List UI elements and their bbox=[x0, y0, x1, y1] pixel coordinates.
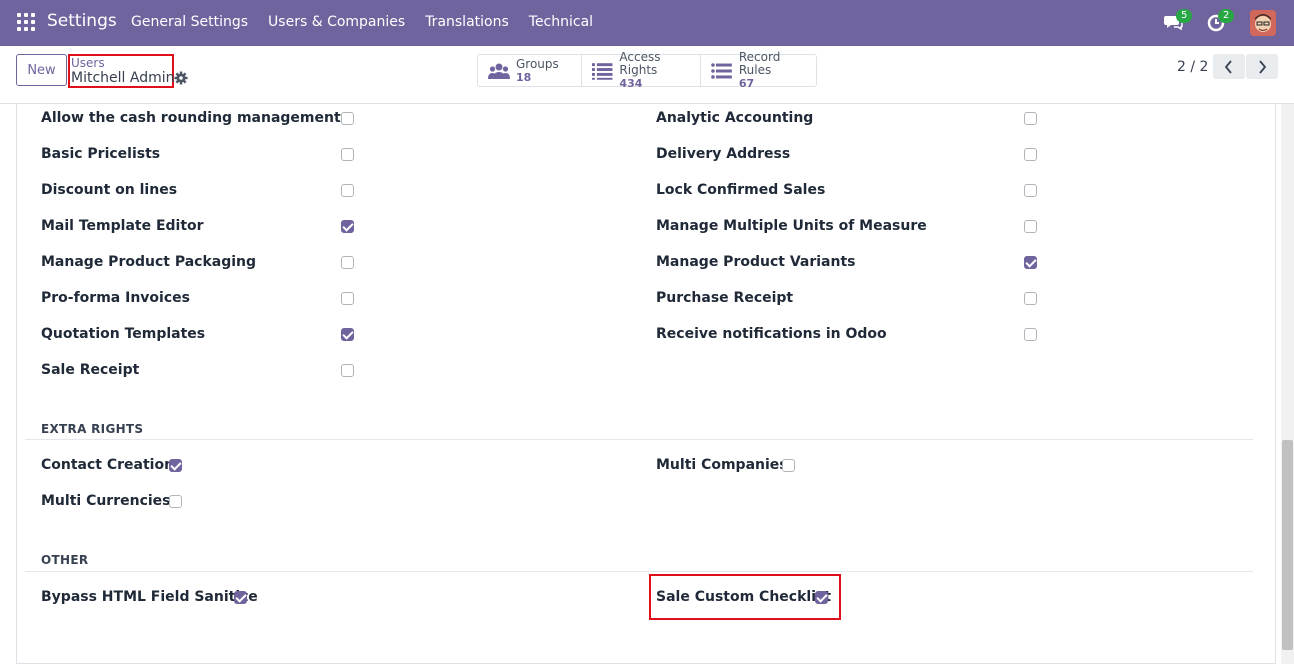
main-menu: General Settings Users & Companies Trans… bbox=[131, 14, 613, 30]
menu-technical[interactable]: Technical bbox=[529, 14, 593, 30]
menu-translations[interactable]: Translations bbox=[425, 14, 509, 30]
group-label: Manage Product Variants bbox=[656, 254, 856, 270]
extra-right-label: Contact Creation bbox=[41, 457, 175, 473]
groups-count: 18 bbox=[516, 70, 532, 84]
groups-smart-button[interactable]: Groups 18 bbox=[478, 55, 582, 86]
smart-buttons: Groups 18 Access Rights 434 Record Rules… bbox=[477, 51, 817, 90]
top-navbar: Settings General Settings Users & Compan… bbox=[0, 0, 1294, 46]
messages-badge: 5 bbox=[1176, 9, 1193, 23]
extra-right-label: Multi Currencies bbox=[41, 493, 171, 509]
other-right-checkbox[interactable] bbox=[815, 591, 828, 604]
group-label: Analytic Accounting bbox=[656, 110, 814, 126]
extra-rights-heading: EXTRA RIGHTS bbox=[41, 422, 144, 436]
other-heading: OTHER bbox=[41, 553, 89, 567]
groups-label: Groups bbox=[516, 56, 559, 71]
group-checkbox[interactable] bbox=[1024, 220, 1037, 233]
group-label: Purchase Receipt bbox=[656, 290, 794, 306]
pager-value[interactable]: 2 / 2 bbox=[1177, 59, 1208, 75]
extra-right-checkbox[interactable] bbox=[782, 459, 795, 472]
group-label: Discount on lines bbox=[41, 182, 178, 198]
access-rights-smart-button[interactable]: Access Rights 434 bbox=[582, 51, 701, 90]
other-right-label: Sale Custom Checklist bbox=[656, 589, 832, 605]
group-checkbox[interactable] bbox=[341, 256, 354, 269]
control-panel: New Users Mitchell Admin Groups 18 Acces… bbox=[0, 46, 1294, 104]
record-rules-smart-button[interactable]: Record Rules 67 bbox=[701, 51, 816, 90]
group-checkbox[interactable] bbox=[341, 112, 354, 125]
record-rules-label: Record Rules bbox=[738, 50, 781, 77]
group-checkbox[interactable] bbox=[341, 292, 354, 305]
extra-right-checkbox[interactable] bbox=[169, 459, 182, 472]
group-label: Delivery Address bbox=[656, 146, 791, 162]
menu-users-companies[interactable]: Users & Companies bbox=[268, 14, 405, 30]
breadcrumb-current-record: Mitchell Admin bbox=[71, 70, 175, 86]
extra-right-checkbox[interactable] bbox=[169, 495, 182, 508]
breadcrumb-users-link[interactable]: Users bbox=[71, 56, 105, 70]
chevron-left-icon bbox=[1224, 59, 1232, 74]
activities-badge: 2 bbox=[1218, 9, 1235, 23]
group-checkbox[interactable] bbox=[1024, 148, 1037, 161]
group-checkbox[interactable] bbox=[1024, 292, 1037, 305]
group-checkbox[interactable] bbox=[1024, 328, 1037, 341]
access-rights-count: 434 bbox=[619, 77, 643, 90]
section-divider bbox=[25, 439, 1253, 440]
group-checkbox[interactable] bbox=[341, 148, 354, 161]
group-checkbox[interactable] bbox=[341, 364, 354, 377]
users-icon bbox=[488, 63, 510, 79]
group-label: Lock Confirmed Sales bbox=[656, 182, 826, 198]
group-checkbox[interactable] bbox=[1024, 256, 1037, 269]
group-label: Pro-forma Invoices bbox=[41, 290, 190, 306]
pager-next-button[interactable] bbox=[1246, 54, 1278, 79]
group-label: Manage Product Packaging bbox=[41, 254, 257, 270]
list-icon bbox=[592, 62, 613, 80]
access-rights-label: Access Rights bbox=[619, 50, 661, 77]
group-label: Receive notifications in Odoo bbox=[656, 326, 887, 342]
scrollbar-thumb[interactable] bbox=[1282, 440, 1293, 650]
group-checkbox[interactable] bbox=[1024, 184, 1037, 197]
section-divider bbox=[25, 571, 1253, 572]
app-brand[interactable]: Settings bbox=[47, 11, 117, 31]
group-label: Quotation Templates bbox=[41, 326, 206, 342]
group-label: Manage Multiple Units of Measure bbox=[656, 218, 927, 234]
new-button[interactable]: New bbox=[16, 54, 67, 86]
gear-icon[interactable] bbox=[174, 71, 188, 85]
menu-general-settings[interactable]: General Settings bbox=[131, 14, 248, 30]
form-sheet bbox=[16, 104, 1276, 664]
group-label: Sale Receipt bbox=[41, 362, 140, 378]
other-right-checkbox[interactable] bbox=[234, 591, 247, 604]
group-checkbox[interactable] bbox=[341, 328, 354, 341]
group-checkbox[interactable] bbox=[341, 184, 354, 197]
pager-previous-button[interactable] bbox=[1213, 54, 1245, 79]
list-icon bbox=[711, 62, 732, 79]
user-avatar[interactable] bbox=[1250, 10, 1276, 36]
group-checkbox[interactable] bbox=[1024, 112, 1037, 125]
group-label: Allow the cash rounding management bbox=[41, 110, 341, 126]
chevron-right-icon bbox=[1259, 59, 1267, 74]
other-right-label: Bypass HTML Field Sanitize bbox=[41, 589, 258, 605]
record-rules-count: 67 bbox=[738, 77, 755, 90]
extra-right-label: Multi Companies bbox=[656, 457, 788, 473]
group-checkbox[interactable] bbox=[341, 220, 354, 233]
group-label: Mail Template Editor bbox=[41, 218, 204, 234]
apps-grid-icon[interactable] bbox=[17, 13, 35, 31]
group-label: Basic Pricelists bbox=[41, 146, 161, 162]
